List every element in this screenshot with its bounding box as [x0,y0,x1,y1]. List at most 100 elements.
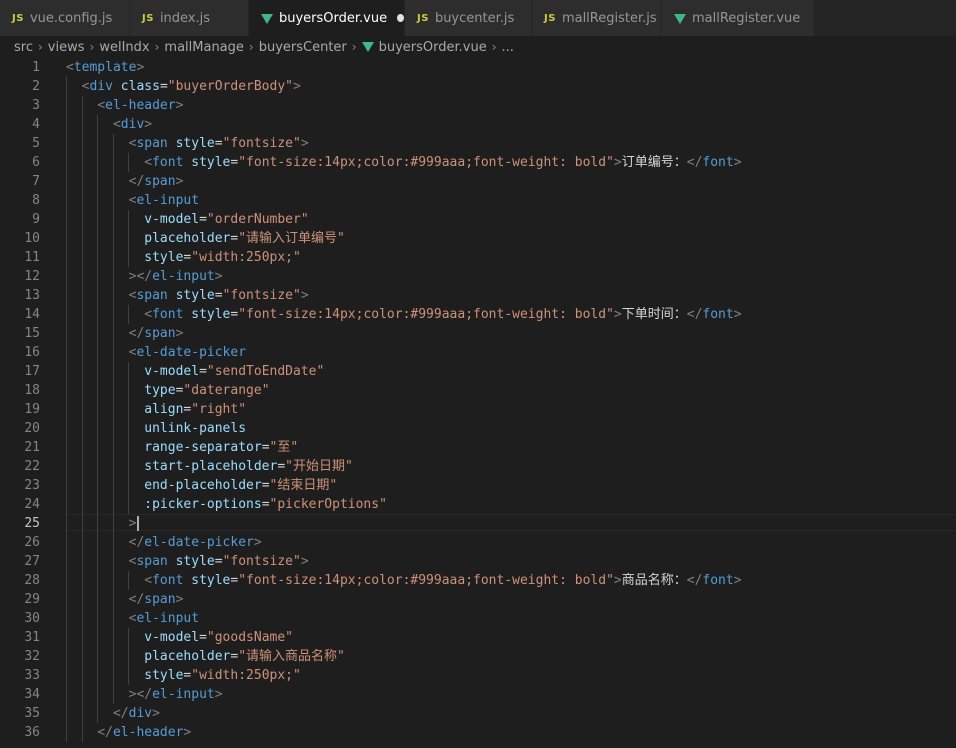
code-line[interactable]: 36 </el-header> [0,723,956,742]
code-line[interactable]: 26 </el-date-picker> [0,533,956,552]
line-number[interactable]: 31 [0,628,40,647]
code-line[interactable]: 29 </span> [0,590,956,609]
js-file-icon: JS [142,12,154,24]
code-line[interactable]: 19 align="right" [0,400,956,419]
line-number[interactable]: 22 [0,457,40,476]
line-number[interactable]: 20 [0,419,40,438]
code-line[interactable]: 16 <el-date-picker [0,343,956,362]
code-line[interactable]: 9 v-model="orderNumber" [0,210,956,229]
line-number[interactable]: 18 [0,381,40,400]
line-number[interactable]: 1 [0,58,40,77]
line-number[interactable]: 7 [0,172,40,191]
code-line[interactable]: 22 start-placeholder="开始日期" [0,457,956,476]
code-line[interactable]: 12 ></el-input> [0,267,956,286]
tab-index-js[interactable]: JS index.js [130,0,249,36]
line-number[interactable]: 25 [0,514,40,533]
line-number[interactable]: 33 [0,666,40,685]
line-number[interactable]: 34 [0,685,40,704]
line-number[interactable]: 21 [0,438,40,457]
code-line[interactable]: 10 placeholder="请输入订单编号" [0,229,956,248]
line-number[interactable]: 35 [0,704,40,723]
code-line[interactable]: 35 </div> [0,704,956,723]
line-number[interactable]: 13 [0,286,40,305]
chevron-right-icon: › [351,40,357,54]
code-line[interactable]: 24 :picker-options="pickerOptions" [0,495,956,514]
breadcrumb-item[interactable]: buyersCenter [259,40,347,55]
line-number[interactable]: 2 [0,77,40,96]
breadcrumb-item[interactable]: mallManage [164,40,244,55]
code-line[interactable]: 8 <el-input [0,191,956,210]
breadcrumb-item[interactable]: src [14,40,33,55]
code-line[interactable]: 6 <font style="font-size:14px;color:#999… [0,153,956,172]
line-number[interactable]: 8 [0,191,40,210]
code-line[interactable]: 21 range-separator="至" [0,438,956,457]
breadcrumb-item[interactable]: views [48,40,85,55]
tab-mallregister-js[interactable]: JS mallRegister.js [532,0,662,36]
unsaved-dot-icon[interactable] [397,14,404,22]
code-line[interactable]: 23 end-placeholder="结束日期" [0,476,956,495]
code-line[interactable]: 28 <font style="font-size:14px;color:#99… [0,571,956,590]
code-line[interactable]: 7 </span> [0,172,956,191]
js-file-icon: JS [12,12,24,24]
code-text: style="width:250px;" [144,250,301,265]
line-number[interactable]: 6 [0,153,40,172]
line-number[interactable]: 12 [0,267,40,286]
code-text: range-separator="至" [144,440,299,455]
line-number[interactable]: 24 [0,495,40,514]
code-text: <el-input [128,193,200,208]
line-number[interactable]: 26 [0,533,40,552]
code-line[interactable]: 34 ></el-input> [0,685,956,704]
line-number[interactable]: 4 [0,115,40,134]
line-number[interactable]: 17 [0,362,40,381]
code-line[interactable]: 33 style="width:250px;" [0,666,956,685]
code-line[interactable]: 17 v-model="sendToEndDate" [0,362,956,381]
code-line[interactable]: 11 style="width:250px;" [0,248,956,267]
breadcrumb-item[interactable]: welIndx [99,40,149,55]
code-line[interactable]: 3 <el-header> [0,96,956,115]
code-text: <span style="fontsize"> [128,136,309,151]
tab-mallregister-vue[interactable]: mallRegister.vue [662,0,815,36]
code-line[interactable]: 18 type="daterange" [0,381,956,400]
line-number[interactable]: 30 [0,609,40,628]
code-text: start-placeholder="开始日期" [144,459,353,474]
breadcrumb-item[interactable]: ... [502,40,514,55]
tab-label: mallRegister.vue [692,10,801,26]
code-line[interactable]: 5 <span style="fontsize"> [0,134,956,153]
line-number[interactable]: 19 [0,400,40,419]
code-line[interactable]: 13 <span style="fontsize"> [0,286,956,305]
line-number[interactable]: 3 [0,96,40,115]
line-number[interactable]: 27 [0,552,40,571]
code-editor[interactable]: 1 <template> 2 <div class="buyerOrderBody"… [0,58,956,748]
tab-vue-config-js[interactable]: JS vue.config.js [0,0,130,36]
current-line-highlight [66,514,956,531]
line-number[interactable]: 5 [0,134,40,153]
code-text: <el-input [128,611,200,626]
code-line[interactable]: 4 <div> [0,115,956,134]
tab-buycenter-js[interactable]: JS buycenter.js [405,0,532,36]
code-text: </el-date-picker> [128,535,262,550]
code-line[interactable]: 27 <span style="fontsize"> [0,552,956,571]
line-number[interactable]: 23 [0,476,40,495]
line-number[interactable]: 11 [0,248,40,267]
code-line[interactable]: 32 placeholder="请输入商品名称" [0,647,956,666]
line-number[interactable]: 15 [0,324,40,343]
code-line[interactable]: 15 </span> [0,324,956,343]
code-line[interactable]: 2 <div class="buyerOrderBody"> [0,77,956,96]
code-line[interactable]: 25 > [0,514,956,533]
code-line[interactable]: 1 <template> [0,58,956,77]
code-line[interactable]: 30 <el-input [0,609,956,628]
code-line[interactable]: 31 v-model="goodsName" [0,628,956,647]
line-number[interactable]: 14 [0,305,40,324]
line-number[interactable]: 10 [0,229,40,248]
line-number[interactable]: 29 [0,590,40,609]
code-line[interactable]: 20 unlink-panels [0,419,956,438]
line-number[interactable]: 32 [0,647,40,666]
code-line[interactable]: 14 <font style="font-size:14px;color:#99… [0,305,956,324]
breadcrumb-item[interactable]: buyersOrder.vue [379,40,487,55]
line-number[interactable]: 9 [0,210,40,229]
tab-buyersorder-vue[interactable]: buyersOrder.vue [249,0,405,36]
line-number[interactable]: 36 [0,723,40,742]
line-number[interactable]: 16 [0,343,40,362]
tab-label: mallRegister.js [561,10,657,26]
line-number[interactable]: 28 [0,571,40,590]
